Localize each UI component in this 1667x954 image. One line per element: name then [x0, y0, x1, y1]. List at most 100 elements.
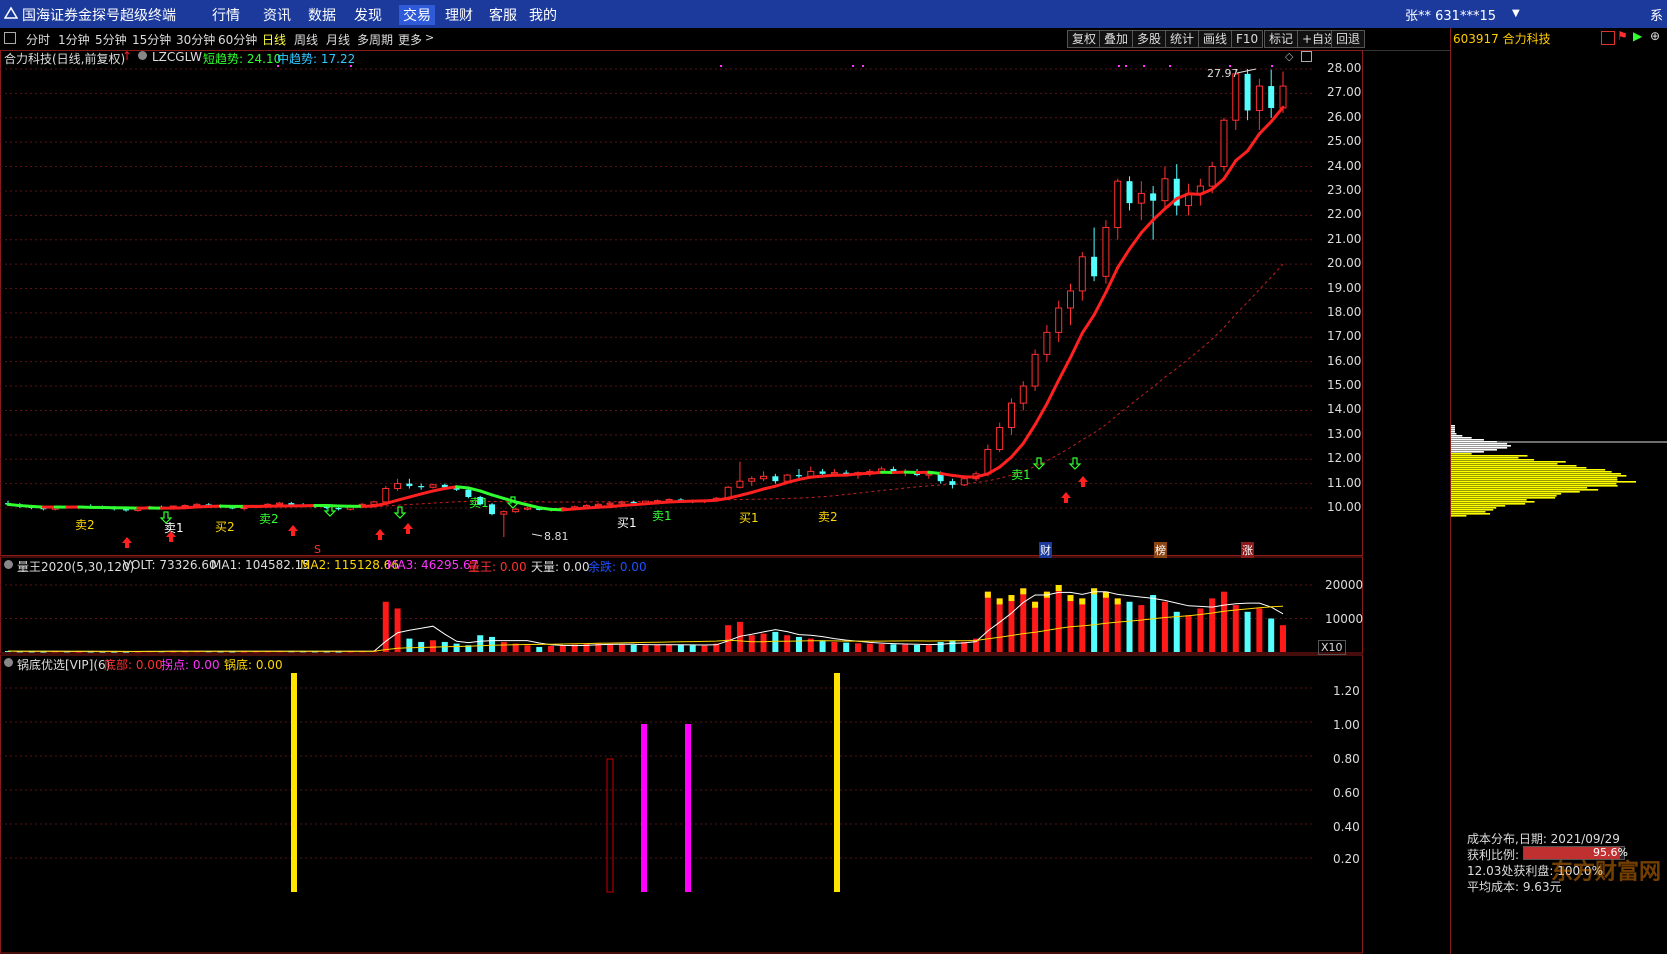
chip-bar: [1451, 479, 1617, 481]
menu-item-wode[interactable]: 我的: [529, 5, 557, 25]
tool-duogu[interactable]: 多股: [1132, 30, 1166, 48]
expand-panel-icon[interactable]: [1301, 51, 1312, 62]
menu-item-kefu[interactable]: 客服: [489, 5, 517, 25]
tool-huaxian[interactable]: 画线: [1198, 30, 1232, 48]
tool-tongji[interactable]: 统计: [1165, 30, 1199, 48]
chip-bar: [1451, 441, 1497, 443]
candle-body: [1068, 291, 1074, 308]
volume-toggle-icon[interactable]: [4, 560, 13, 569]
candle-body: [772, 476, 778, 481]
menu-item-faxian[interactable]: 发现: [354, 5, 382, 25]
bottom-axis-label: 1.20: [1333, 684, 1360, 698]
tool-fuquan[interactable]: 复权: [1067, 30, 1101, 48]
candle-body: [1280, 86, 1286, 108]
trend-segment: [764, 486, 776, 489]
price-axis-label: 11.00: [1327, 476, 1361, 490]
marker-s[interactable]: S: [314, 543, 321, 556]
candle-body: [1256, 86, 1262, 110]
diamond-icon[interactable]: ◇: [1285, 50, 1293, 63]
trend-segment: [1094, 292, 1106, 315]
indicator-toggle-icon[interactable]: [138, 51, 147, 60]
candle-body: [761, 476, 767, 478]
tool-biaoji[interactable]: 标记: [1264, 30, 1298, 48]
chip-bar: [1451, 497, 1555, 499]
chevron-right-icon[interactable]: >: [425, 31, 434, 44]
trend-segment: [1082, 315, 1094, 333]
period-daily[interactable]: 日线: [262, 31, 286, 48]
tool-diejia[interactable]: 叠加: [1099, 30, 1133, 48]
chip-bar: [1451, 435, 1462, 437]
price-axis-label: 28.00: [1327, 61, 1361, 75]
chip-bar: [1451, 491, 1580, 493]
period-60min[interactable]: 60分钟: [218, 31, 257, 48]
bottom-indicator-name[interactable]: 锅底优选[VIP](6): [17, 656, 110, 673]
volume-indicator-name[interactable]: 量王2020(5,30,120): [17, 558, 134, 575]
trend-line: [8, 107, 1283, 510]
period-monthly[interactable]: 月线: [326, 31, 350, 48]
period-more[interactable]: 更多: [398, 31, 422, 48]
chip-bar: [1451, 433, 1456, 435]
cost-header: 成本分布,日期: 2021/09/29: [1467, 830, 1620, 847]
period-1min[interactable]: 1分钟: [58, 31, 90, 48]
volume-bar: [902, 645, 908, 652]
chart-area[interactable]: 27.97 8.81: [0, 50, 1450, 954]
buy-arrow-icon: [1078, 476, 1088, 487]
trend-segment: [575, 508, 587, 509]
menu-item-shuju[interactable]: 数据: [308, 5, 336, 25]
guaidian-signal-bar: [641, 724, 647, 892]
marker-finance[interactable]: 财: [1039, 542, 1052, 558]
trend-segment: [657, 502, 669, 503]
marker-bang[interactable]: 榜: [1154, 542, 1167, 558]
volume-peak-highlight: [1020, 588, 1026, 594]
trend-segment: [457, 487, 469, 488]
menu-item-hangqing[interactable]: 行情: [212, 5, 240, 25]
volume-bar: [1221, 592, 1227, 652]
chevron-down-icon[interactable]: ▼: [1512, 8, 1520, 19]
titlebar-right-char[interactable]: 系: [1650, 5, 1663, 24]
tool-back[interactable]: 回退: [1331, 30, 1365, 48]
menu-item-licai[interactable]: 理财: [445, 5, 473, 25]
volume-peak-highlight: [985, 592, 991, 598]
marker-zhang[interactable]: 涨: [1241, 542, 1254, 558]
bottom-panel-border: [1, 655, 1363, 953]
chip-bar: [1451, 431, 1455, 433]
bottom-toggle-icon[interactable]: [4, 658, 13, 667]
tool-f10[interactable]: F10: [1231, 30, 1263, 48]
candle-body: [1044, 332, 1050, 354]
trend-segment: [445, 487, 457, 489]
high-price-label: 27.97: [1207, 67, 1239, 80]
trend-segment: [610, 505, 622, 506]
period-5min[interactable]: 5分钟: [95, 31, 127, 48]
panel-toggle-icon[interactable]: [4, 32, 16, 44]
chip-bar: [1451, 447, 1507, 449]
volume-bar: [890, 644, 896, 652]
candles-group[interactable]: [5, 69, 1286, 537]
candle-body: [831, 473, 837, 474]
chip-bar: [1451, 469, 1605, 471]
dibu-signal-bar: [607, 759, 613, 892]
trend-segment: [716, 498, 728, 500]
indicator-name[interactable]: LZCGLW: [152, 50, 202, 64]
period-weekly[interactable]: 周线: [294, 31, 318, 48]
trend-segment: [823, 475, 835, 476]
cost-distribution-panel: 603917 合力科技 ⚑ ▶ ⊕ 成本分布,日期: 2021/09/29 获利…: [1450, 28, 1667, 954]
volume-bar: [501, 642, 507, 652]
candle-body: [784, 475, 790, 481]
chip-bar: [1451, 495, 1557, 497]
period-15min[interactable]: 15分钟: [132, 31, 171, 48]
volume-bar: [1091, 588, 1097, 652]
period-multi[interactable]: 多周期: [357, 31, 393, 48]
menu-item-zixun[interactable]: 资讯: [263, 5, 291, 25]
short-trend-value: 短趋势: 24.10: [203, 50, 281, 67]
menu-item-jiaoyi[interactable]: 交易: [399, 5, 435, 25]
chip-distribution-chart: [1451, 28, 1667, 954]
chip-bar: [1451, 503, 1525, 505]
period-fenshi[interactable]: 分时: [26, 31, 50, 48]
trend-segment: [409, 494, 421, 497]
account-name[interactable]: 张** 631***15: [1405, 5, 1496, 24]
signal-label: 卖1: [652, 507, 672, 524]
period-30min[interactable]: 30分钟: [176, 31, 215, 48]
chip-bar: [1451, 471, 1612, 473]
candle-body: [997, 428, 1003, 450]
trend-segment: [1236, 151, 1248, 161]
